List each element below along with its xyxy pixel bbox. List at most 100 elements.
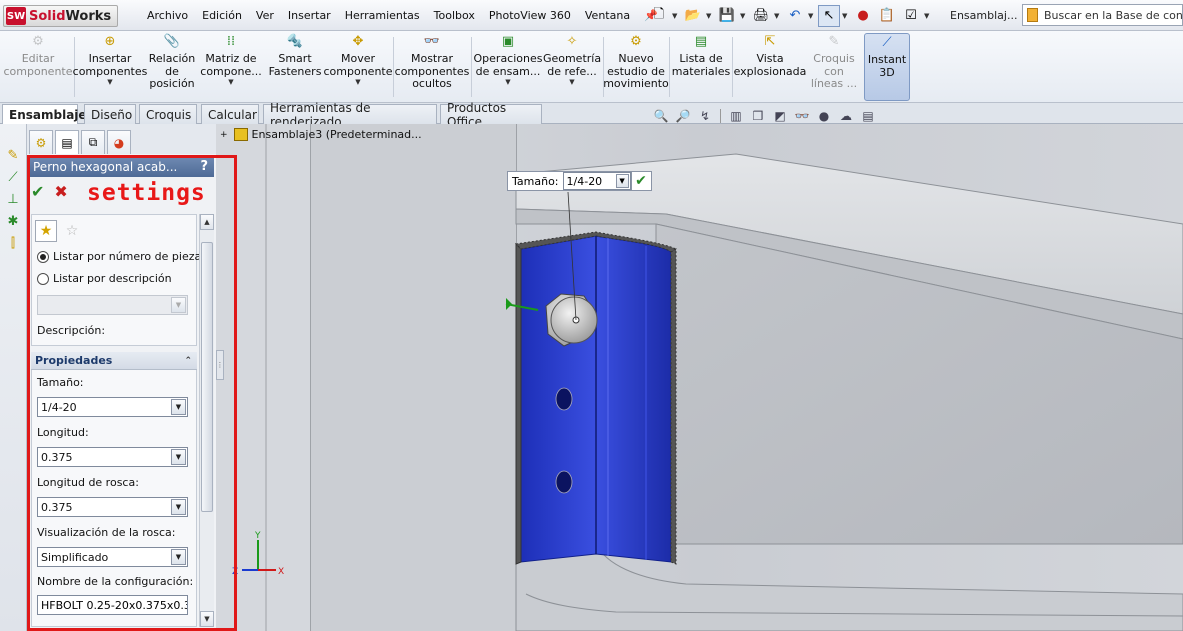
chevron-down-icon[interactable]: ▼: [171, 549, 186, 565]
tab-croquis[interactable]: Croquis: [139, 104, 197, 124]
feature-tree-root[interactable]: + Ensamblaje3 (Predeterminad...: [220, 128, 422, 141]
remove-favorite-star-icon[interactable]: ☆: [61, 220, 83, 242]
radio-list-by-description[interactable]: Listar por descripción: [37, 272, 172, 285]
display-manager-tab-icon[interactable]: ◕: [107, 130, 131, 154]
menu-photoview[interactable]: PhotoView 360: [482, 9, 578, 22]
cancel-x-icon[interactable]: ✖: [54, 182, 67, 201]
tab-herramientas-renderizado[interactable]: Herramientas de renderizado: [263, 101, 437, 129]
chevron-down-icon[interactable]: ▼: [171, 297, 186, 313]
favorite-list-combo[interactable]: ▼: [37, 295, 188, 315]
menu-herramientas[interactable]: Herramientas: [338, 9, 427, 22]
smart-fasteners-button[interactable]: 🔩 Smart Fasteners: [264, 33, 326, 101]
menu-ver[interactable]: Ver: [249, 9, 281, 22]
config-name-field[interactable]: HFBOLT 0.25-20x0.375x0.37: [37, 595, 188, 615]
view-orientation-icon[interactable]: ❒: [749, 108, 767, 124]
graphics-area[interactable]: [216, 124, 1183, 631]
component-pattern-button[interactable]: ⁞⁞ Matriz de compone... ▼: [200, 33, 262, 101]
smart-dimension-icon[interactable]: ✎: [0, 144, 26, 166]
menu-insertar[interactable]: Insertar: [281, 9, 338, 22]
properties-group-header[interactable]: Propiedades ⌃: [31, 352, 197, 370]
size-popup-combo[interactable]: 1/4-20 ▼: [562, 172, 631, 190]
length-combo[interactable]: 0.375 ▼: [37, 447, 188, 467]
edit-component-button[interactable]: ⚙ Editar componente: [4, 33, 73, 101]
thread-length-combo[interactable]: 0.375 ▼: [37, 497, 188, 517]
reference-geometry-button[interactable]: ✧ Geometría de refe... ▼: [543, 33, 601, 101]
zoom-to-fit-icon[interactable]: 🔍: [652, 108, 670, 124]
move-component-dropdown-icon[interactable]: ▼: [355, 78, 360, 87]
expand-icon[interactable]: +: [220, 130, 228, 140]
save-dropdown-icon[interactable]: ▼: [740, 12, 748, 20]
collapse-chevron-icon[interactable]: ⌃: [184, 356, 192, 366]
ok-checkmark-icon[interactable]: ✔: [31, 182, 44, 201]
panel-splitter-grip[interactable]: ⋮: [216, 350, 224, 380]
display-style-icon[interactable]: ◩: [771, 108, 789, 124]
thread-display-combo[interactable]: Simplificado ▼: [37, 547, 188, 567]
explode-line-sketch-button[interactable]: ✎ Croquis con líneas ...: [808, 33, 860, 101]
coordinate-system-icon[interactable]: ⊥: [0, 188, 26, 210]
open-folder-icon[interactable]: 📂: [682, 5, 704, 27]
view-settings-icon[interactable]: ▤: [859, 108, 877, 124]
tab-productos-office[interactable]: Productos Office: [440, 101, 542, 129]
assembly-features-dropdown-icon[interactable]: ▼: [505, 78, 510, 87]
save-icon[interactable]: 💾: [716, 5, 738, 27]
help-icon[interactable]: ?: [200, 159, 208, 174]
apply-scene-icon[interactable]: ☁: [837, 108, 855, 124]
property-manager-scrollbar[interactable]: ▲ ▼: [199, 214, 214, 627]
new-motion-study-button[interactable]: ⚙ Nuevo estudio de movimiento: [603, 33, 669, 101]
instant-3d-button[interactable]: ⟋ Instant 3D: [864, 33, 910, 101]
undo-dropdown-icon[interactable]: ▼: [808, 12, 816, 20]
mate-reference-icon[interactable]: ⫿: [0, 232, 26, 254]
size-combo[interactable]: 1/4-20 ▼: [37, 397, 188, 417]
move-component-button[interactable]: ✥ Mover componente ▼: [324, 33, 393, 101]
configuration-manager-tab-icon[interactable]: ⧉: [81, 130, 105, 154]
chevron-down-icon[interactable]: ▼: [171, 399, 186, 415]
section-view-icon[interactable]: ▥: [727, 108, 745, 124]
scroll-down-icon[interactable]: ▼: [200, 611, 214, 627]
menu-toolbox[interactable]: Toolbox: [427, 9, 482, 22]
point-icon[interactable]: ✱: [0, 210, 26, 232]
previous-view-icon[interactable]: ↯: [696, 108, 714, 124]
menu-edicion[interactable]: Edición: [195, 9, 249, 22]
insert-components-button[interactable]: ⊕ Insertar componentes ▼: [73, 33, 148, 101]
hide-show-items-icon[interactable]: 👓: [793, 108, 811, 124]
menu-archivo[interactable]: Archivo: [140, 9, 195, 22]
component-pattern-dropdown-icon[interactable]: ▼: [228, 78, 233, 87]
app-logo[interactable]: SW SolidWorks: [3, 5, 119, 27]
assembly-features-button[interactable]: ▣ Operaciones de ensam... ▼: [474, 33, 543, 101]
insert-components-dropdown-icon[interactable]: ▼: [107, 78, 112, 87]
rebuild-traffic-light-icon[interactable]: ●: [852, 5, 874, 27]
options-icon[interactable]: ☑: [900, 5, 922, 27]
knowledge-base-search-input[interactable]: Buscar en la Base de conocim: [1022, 4, 1183, 26]
mate-button[interactable]: 📎 Relación de posición: [146, 33, 198, 101]
zoom-to-area-icon[interactable]: 🔎: [674, 108, 692, 124]
add-favorite-star-icon[interactable]: ★: [35, 220, 57, 242]
chevron-down-icon[interactable]: ▼: [615, 174, 629, 188]
new-document-icon[interactable]: 🗋: [648, 5, 670, 27]
new-dropdown-icon[interactable]: ▼: [672, 12, 680, 20]
radio-list-by-part-number[interactable]: Listar por número de pieza: [37, 250, 201, 263]
scroll-up-icon[interactable]: ▲: [200, 214, 214, 230]
select-pointer-icon[interactable]: ↖: [818, 4, 840, 27]
tab-diseno[interactable]: Diseño: [84, 104, 136, 124]
select-dropdown-icon[interactable]: ▼: [842, 12, 850, 20]
tab-ensamblaje[interactable]: Ensamblaje: [2, 104, 87, 125]
open-dropdown-icon[interactable]: ▼: [706, 12, 714, 20]
undo-icon[interactable]: ↶: [784, 5, 806, 27]
show-hidden-components-button[interactable]: 👓 Mostrar componentes ocultos: [395, 33, 470, 101]
scroll-thumb[interactable]: [201, 242, 213, 512]
edit-appearance-icon[interactable]: ●: [815, 108, 833, 124]
exploded-view-button[interactable]: ⇱ Vista explosionada: [734, 33, 807, 101]
chevron-down-icon[interactable]: ▼: [171, 449, 186, 465]
menu-ventana[interactable]: Ventana: [578, 9, 637, 22]
bill-of-materials-button[interactable]: ▤ Lista de materiales: [672, 33, 730, 101]
print-icon[interactable]: 🖨: [750, 5, 772, 27]
file-properties-icon[interactable]: 📋: [876, 5, 898, 27]
line-tool-icon[interactable]: ⟋: [0, 166, 26, 188]
property-manager-tab-icon[interactable]: ▤: [55, 130, 79, 154]
options-dropdown-icon[interactable]: ▼: [924, 12, 932, 20]
3d-model-scene[interactable]: [216, 124, 1183, 631]
tab-calcular[interactable]: Calcular: [201, 104, 259, 124]
feature-manager-tab-icon[interactable]: ⚙: [29, 130, 53, 154]
reference-geometry-dropdown-icon[interactable]: ▼: [569, 78, 574, 87]
chevron-down-icon[interactable]: ▼: [171, 499, 186, 515]
